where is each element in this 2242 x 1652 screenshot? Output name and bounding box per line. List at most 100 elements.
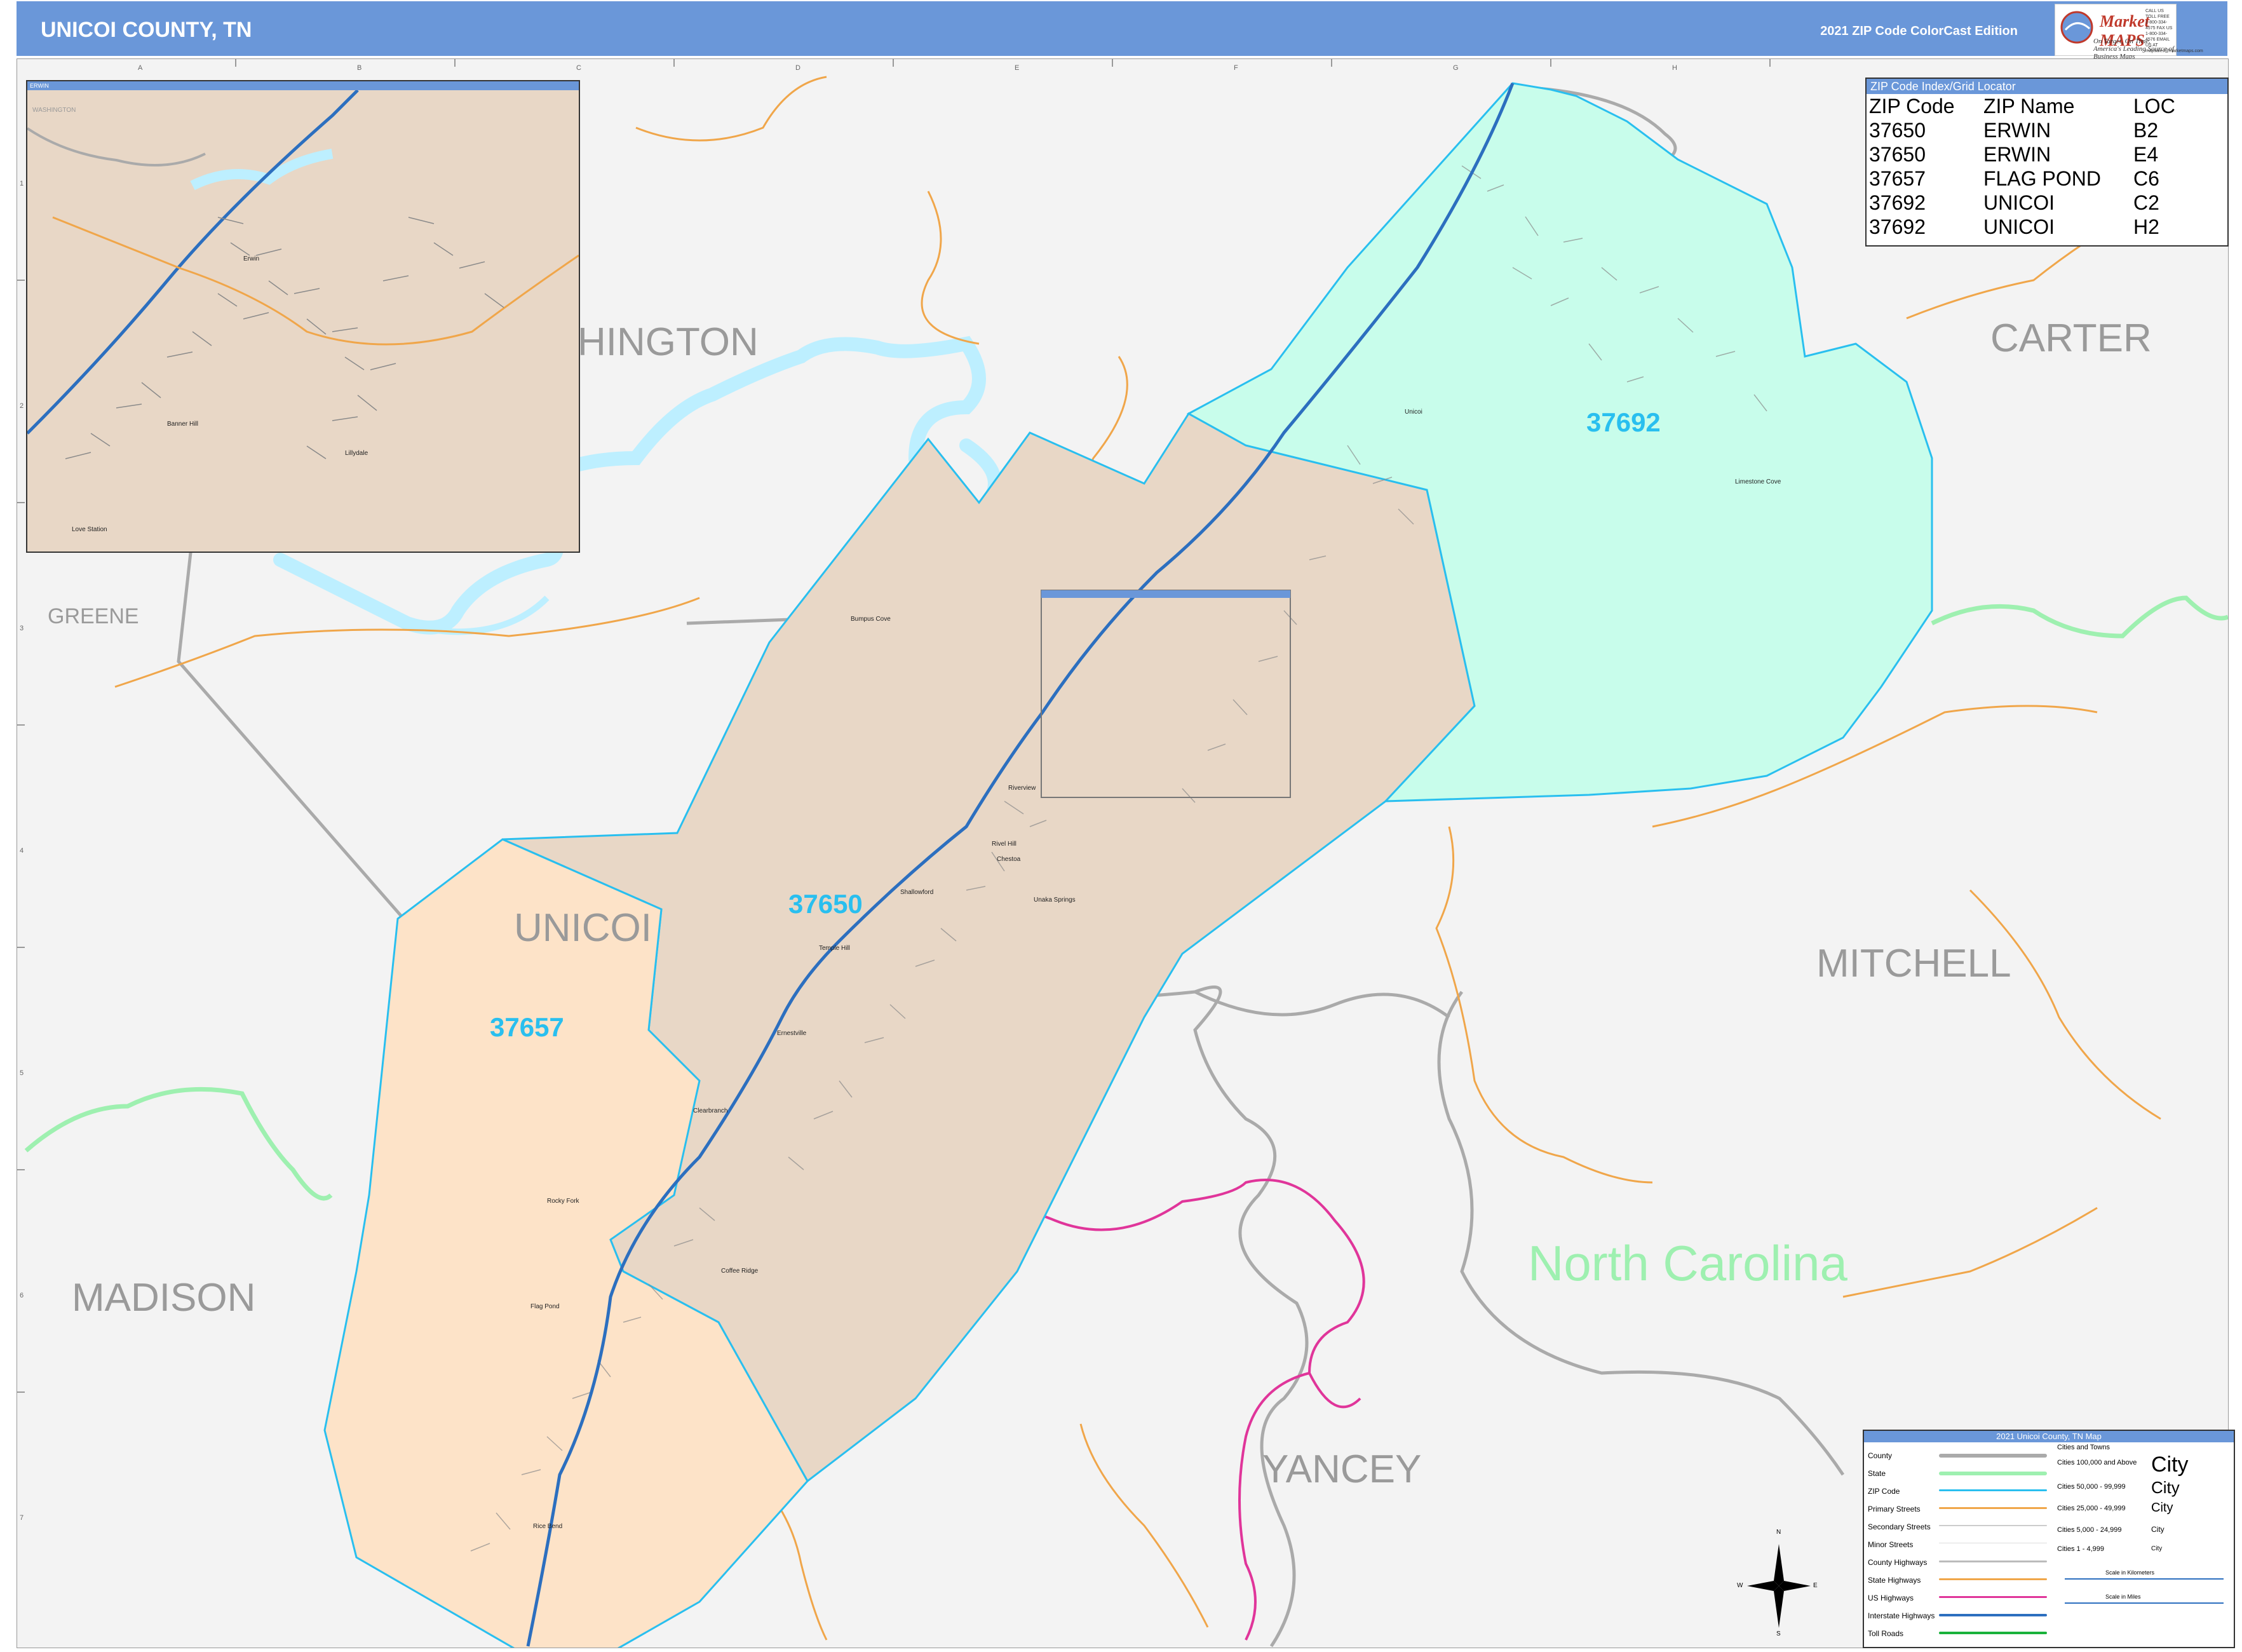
- grid-row-6: 6: [20, 1292, 24, 1299]
- legend-title: 2021 Unicoi County, TN Map: [1864, 1431, 2234, 1442]
- legend-interstate-line: [1939, 1614, 2047, 1616]
- place-rocky-fork: Rocky Fork: [547, 1198, 579, 1205]
- legend-secondary-line: [1939, 1525, 2047, 1526]
- grid-col-h: H: [1672, 64, 1677, 72]
- legend-primary-line: [1939, 1507, 2047, 1509]
- county-label-greene: GREENE: [48, 604, 139, 628]
- zip-index-zip: 37650: [1869, 143, 1926, 166]
- legend-us-hwy-line: [1939, 1596, 2047, 1598]
- compass-w: W: [1737, 1582, 1743, 1589]
- legend-toll-line: [1939, 1632, 2047, 1634]
- river-branch: [406, 595, 550, 635]
- grid-col-d: D: [795, 64, 800, 72]
- inset-primary-street: [52, 216, 579, 346]
- grid-col-g: G: [1453, 64, 1459, 72]
- legend-zip-line: [1939, 1489, 2047, 1491]
- legend-zip: ZIP Code: [1868, 1487, 1900, 1496]
- county-label-washington: HINGTON: [577, 320, 759, 364]
- zip-index-loc: C6: [2133, 167, 2159, 190]
- compass-rose-icon: N S E W: [1737, 1529, 1818, 1637]
- county-label-mitchell: MITCHELL: [1816, 942, 2011, 985]
- grid-col-e: E: [1015, 64, 1020, 72]
- zip-index-loc: B2: [2133, 119, 2159, 142]
- inset-county-line: [27, 127, 206, 166]
- place-clearbranch: Clearbranch: [693, 1107, 728, 1114]
- county-label-carter: CARTER: [1990, 316, 2152, 360]
- place-chestoa: Chestoa: [997, 856, 1021, 863]
- zip-index-table: ZIP Code Index/Grid Locator ZIP Code ZIP…: [1865, 78, 2229, 247]
- zip-index-header-row: ZIP Code ZIP Name LOC: [1869, 94, 2175, 118]
- state-label-north-carolina: North Carolina: [1528, 1235, 1847, 1291]
- zip-index-name: ERWIN: [1983, 143, 2051, 166]
- place-rice-bend: Rice Bend: [533, 1523, 563, 1530]
- grid-row-5: 5: [20, 1069, 24, 1077]
- place-shallowford: Shallowford: [900, 889, 934, 896]
- zip-index-loc: H2: [2133, 215, 2159, 238]
- zip-index-row: 37650 ERWIN E4: [1869, 142, 2175, 166]
- place-temple-hill: Temple Hill: [819, 945, 850, 952]
- zip-label-37650: 37650: [788, 889, 863, 919]
- legend-minor: Minor Streets: [1868, 1540, 1914, 1549]
- zip-index-name: UNICOI: [1983, 215, 2055, 238]
- place-riverview: Riverview: [1008, 785, 1036, 792]
- place-rivel-hill: Rivel Hill: [992, 841, 1016, 848]
- title-bar: UNICOI COUNTY, TN 2021 ZIP Code ColorCas…: [17, 1, 2227, 60]
- zip-index-header-zip: ZIP Code: [1869, 95, 1955, 118]
- zip-index-zip: 37650: [1869, 119, 1926, 142]
- zip-index-zip: 37657: [1869, 167, 1926, 190]
- zip-index-header-loc: LOC: [2133, 95, 2175, 118]
- zip-index-row: 37692 UNICOI H2: [1869, 215, 2175, 239]
- place-flag-pond: Flag Pond: [530, 1303, 560, 1310]
- place-unaka-springs: Unaka Springs: [1034, 897, 1076, 904]
- grid-col-b: B: [357, 64, 362, 72]
- inset-streets: [65, 217, 504, 459]
- legend-city-sample-5: City: [2151, 1545, 2163, 1552]
- grid-col-c: C: [576, 64, 581, 72]
- zip-index-loc: E4: [2133, 143, 2159, 166]
- legend-city-tier-3: Cities 25,000 - 49,999: [2057, 1505, 2126, 1512]
- legend-city-sample-2: City: [2151, 1478, 2180, 1497]
- legend-county-line: [1939, 1454, 2047, 1458]
- inset-interstate: [27, 90, 359, 435]
- zip-index-title: ZIP Code Index/Grid Locator: [1867, 79, 2227, 94]
- legend-toll: Toll Roads: [1868, 1629, 1904, 1638]
- legend-city-sample-3: City: [2151, 1501, 2173, 1515]
- legend-county: County: [1868, 1451, 1893, 1460]
- inset-canvas: [27, 90, 579, 459]
- inset-title: ERWIN: [27, 81, 579, 90]
- place-unicoi: Unicoi: [1405, 409, 1422, 416]
- legend-primary: Primary Streets: [1868, 1505, 1921, 1513]
- legend-secondary: Secondary Streets: [1868, 1522, 1931, 1531]
- legend-city-tier-2: Cities 50,000 - 99,999: [2057, 1483, 2126, 1491]
- legend-scale-km-bar: [2065, 1578, 2224, 1580]
- inset-locator-header: [1041, 590, 1290, 598]
- market-maps-logo: Market MAPS On Target, On Time. America'…: [2055, 4, 2203, 60]
- zip-index-name: FLAG POND: [1983, 167, 2101, 190]
- legend-scale-km: Scale in Kilometers: [2105, 1569, 2155, 1576]
- legend-state-line: [1939, 1472, 2047, 1475]
- map-title: UNICOI COUNTY, TN: [41, 18, 252, 42]
- inset-county-label: WASHINGTON: [32, 107, 76, 114]
- erwin-inset-map[interactable]: ERWIN WASHINGTON Erwin Banner Hill Lilly…: [26, 80, 580, 553]
- zip-index-grid: ZIP Code ZIP Name LOC 37650 ERWIN B2 376…: [1869, 94, 2175, 239]
- place-coffee-ridge: Coffee Ridge: [721, 1268, 759, 1275]
- zip-index-row: 37650 ERWIN B2: [1869, 118, 2175, 142]
- zip-index-header-name: ZIP Name: [1983, 95, 2075, 118]
- zip-index-zip: 37692: [1869, 215, 1926, 238]
- county-label-madison: MADISON: [72, 1276, 256, 1320]
- grid-row-7: 7: [20, 1514, 24, 1522]
- legend-cities-header: Cities and Towns: [2057, 1444, 2110, 1451]
- zip-index-row: 37692 UNICOI C2: [1869, 191, 2175, 215]
- legend-state-hwy: State Highways: [1868, 1576, 1921, 1585]
- legend-city-sample-4: City: [2151, 1525, 2164, 1534]
- edition-label: 2021 ZIP Code ColorCast Edition: [1820, 24, 2018, 38]
- legend-county-hwy-line: [1939, 1561, 2047, 1562]
- grid-col-a: A: [138, 64, 143, 72]
- place-bumpus-cove: Bumpus Cove: [851, 616, 891, 623]
- place-ernestville: Ernestville: [777, 1030, 807, 1037]
- legend-us-hwy: US Highways: [1868, 1594, 1914, 1602]
- zip-index-loc: C2: [2133, 191, 2159, 214]
- state-line-west: [24, 1087, 333, 1201]
- compass-e: E: [1813, 1582, 1818, 1589]
- grid-row-1: 1: [20, 180, 24, 187]
